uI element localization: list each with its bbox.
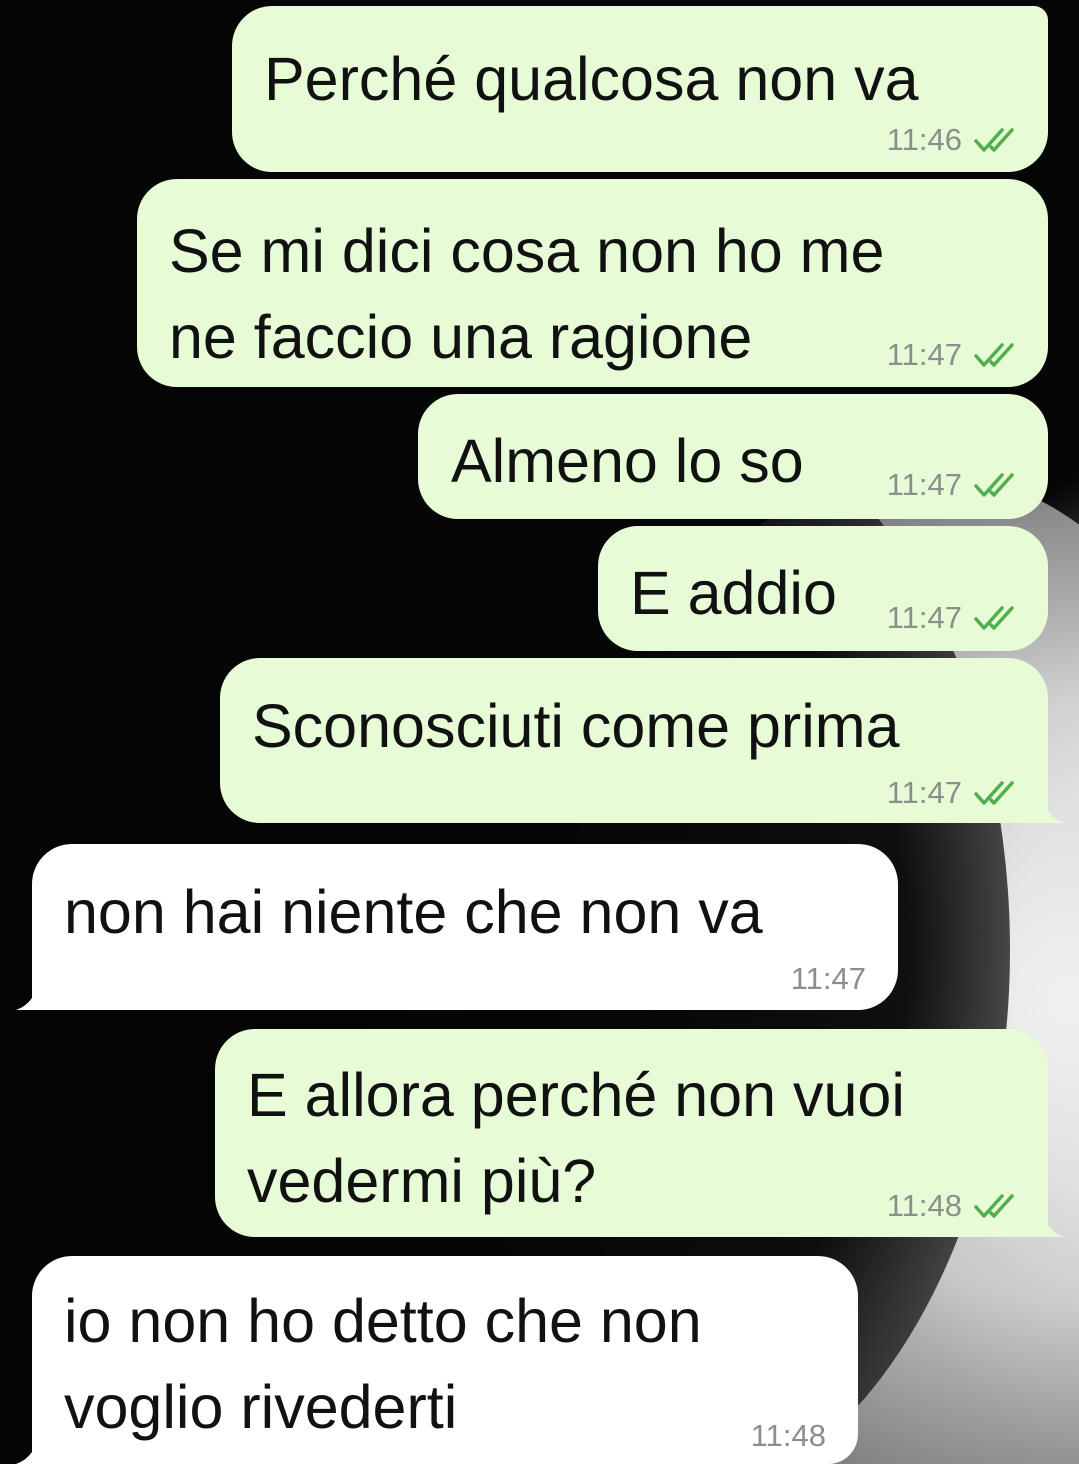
double-check-icon (974, 473, 1014, 497)
double-check-icon (974, 128, 1014, 152)
message-meta: 11:46 (887, 122, 1020, 158)
bubble-tail (1040, 1203, 1064, 1237)
message-meta: 11:48 (887, 1188, 1020, 1224)
message-meta: 11:47 (887, 467, 1020, 503)
incoming-message[interactable]: non hai niente che non va 11:47 (32, 844, 898, 1010)
message-meta: 11:47 (887, 600, 1020, 636)
outgoing-message[interactable]: Almeno lo so 11:47 (418, 394, 1048, 519)
outgoing-message[interactable]: E addio 11:47 (598, 526, 1048, 651)
outgoing-message[interactable]: Perché qualcosa non va 11:46 (232, 6, 1048, 172)
double-check-icon (974, 1194, 1014, 1218)
message-text: non hai niente che non va (64, 878, 763, 946)
double-check-icon (974, 606, 1014, 630)
incoming-message[interactable]: io non ho detto che non voglio rivederti… (32, 1256, 858, 1464)
message-time: 11:47 (886, 775, 962, 810)
message-time: 11:46 (886, 122, 962, 157)
message-time: 11:47 (886, 600, 962, 635)
bubble-tail (16, 1430, 40, 1464)
outgoing-message[interactable]: Se mi dici cosa non ho me ne faccio una … (137, 179, 1048, 387)
message-text: E addio (630, 559, 837, 627)
message-meta: 11:47 (887, 337, 1020, 373)
bubble-tail (1040, 790, 1064, 823)
bubble-tail (16, 976, 40, 1010)
message-meta: 11:47 (791, 961, 866, 997)
message-text: Almeno lo so (451, 427, 804, 495)
double-check-icon (974, 781, 1014, 805)
message-time: 11:47 (790, 961, 866, 996)
message-time: 11:48 (886, 1188, 962, 1223)
message-text: Perché qualcosa non va (264, 45, 919, 113)
message-meta: 11:48 (751, 1418, 826, 1454)
message-meta: 11:47 (887, 775, 1020, 811)
message-text: Se mi dici cosa non ho me ne faccio una … (169, 217, 885, 371)
message-time: 11:48 (750, 1418, 826, 1453)
outgoing-message[interactable]: E allora perché non vuoi vedermi più? 11… (215, 1029, 1048, 1237)
message-time: 11:47 (886, 337, 962, 372)
outgoing-message[interactable]: Sconosciuti come prima 11:47 (220, 658, 1048, 823)
message-time: 11:47 (886, 467, 962, 502)
message-text: Sconosciuti come prima (252, 692, 900, 760)
message-text: E allora perché non vuoi vedermi più? (247, 1061, 905, 1215)
message-text: io non ho detto che non voglio rivederti (64, 1287, 702, 1441)
double-check-icon (974, 343, 1014, 367)
